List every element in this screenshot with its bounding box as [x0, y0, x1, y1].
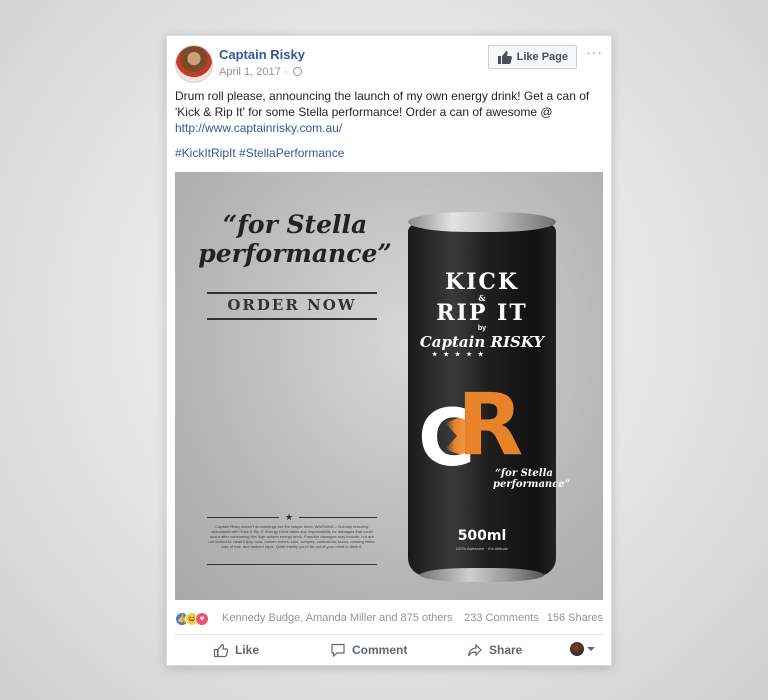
can-volume: 500ml — [457, 528, 507, 544]
post-meta: April 1, 2017 · — [219, 66, 302, 78]
can-stars: ★ ★ ★ ★ ★ — [432, 351, 486, 358]
comment-label: Comment — [352, 643, 408, 657]
thumbs-up-icon — [497, 51, 512, 64]
star-icon: ★ — [285, 512, 294, 522]
logo-letter-r: R — [457, 375, 524, 475]
facebook-post-card: Captain Risky April 1, 2017 · Like Page … — [166, 35, 612, 666]
love-reaction-icon: ♥ — [195, 612, 209, 626]
action-bar: Like Comment Share — [175, 638, 603, 662]
globe-icon — [292, 67, 302, 76]
warning-rule-right — [299, 517, 377, 518]
can-slogan: “for Stella performance” — [493, 468, 571, 490]
warning-rule-bottom — [207, 564, 377, 565]
divider-top — [207, 292, 377, 294]
engagement-counts: 233 Comments 156 Shares — [464, 612, 603, 624]
author-name[interactable]: Captain Risky — [219, 47, 305, 62]
like-button[interactable]: Like — [213, 642, 259, 658]
can-brand-line1: KICK — [444, 269, 520, 295]
can-volume-sub: 100% Awesome · 0% Attitude — [455, 546, 509, 551]
comment-button[interactable]: Comment — [330, 642, 407, 658]
more-options-icon[interactable]: ··· — [586, 44, 603, 60]
can-brand: KICK & RIP IT by Captain RISKY ★ ★ ★ ★ ★ — [418, 270, 546, 358]
viewer-avatar — [570, 642, 584, 656]
actions-divider — [175, 634, 603, 635]
divider-bottom — [207, 318, 377, 320]
share-label: Share — [489, 643, 523, 657]
author-avatar[interactable] — [175, 45, 213, 83]
viewer-selector[interactable] — [570, 642, 595, 656]
post-header: Captain Risky April 1, 2017 · Like Page … — [175, 44, 603, 84]
can-base — [420, 568, 544, 582]
warning-rule-left — [207, 517, 279, 518]
post-text: Drum roll please, announcing the launch … — [175, 88, 605, 136]
like-label: Like — [235, 643, 260, 657]
can-brand-line2: RIP IT — [436, 300, 528, 326]
can-lid — [408, 212, 556, 232]
caret-down-icon — [587, 647, 595, 651]
post-date[interactable]: April 1, 2017 · — [219, 66, 287, 78]
can-brand-captain: Captain RISKY — [419, 333, 545, 351]
comment-icon — [331, 643, 345, 658]
reactions-bar: 👍 😆 ♥ Kennedy Budge, Amanda Miller and 8… — [175, 610, 603, 628]
post-body: Drum roll please, announcing the launch … — [175, 89, 590, 119]
shares-count[interactable]: 156 Shares — [547, 612, 603, 624]
like-page-button[interactable]: Like Page — [487, 45, 577, 69]
post-hashtags[interactable]: #KickItRipIt #StellaPerformance — [175, 146, 344, 160]
ad-slogan: “for Stella performance” — [198, 210, 392, 268]
reaction-icons[interactable]: 👍 😆 ♥ — [175, 612, 219, 626]
comments-count[interactable]: 233 Comments — [464, 612, 539, 624]
logo-letter-c: C — [418, 394, 476, 484]
like-page-label: Like Page — [516, 51, 568, 63]
warning-text: Captain Risky doesn't do warnings but th… — [208, 524, 376, 549]
share-icon — [467, 643, 482, 657]
reaction-names[interactable]: Kennedy Budge, Amanda Miller and 875 oth… — [222, 612, 453, 624]
post-image[interactable]: “for Stella performance” ORDER NOW ★ Cap… — [175, 172, 603, 600]
order-now-text: ORDER NOW — [227, 296, 357, 314]
share-button[interactable]: Share — [467, 642, 522, 658]
thumbs-up-icon — [213, 643, 229, 658]
post-link[interactable]: http://www.captainrisky.com.au/ — [175, 121, 342, 135]
